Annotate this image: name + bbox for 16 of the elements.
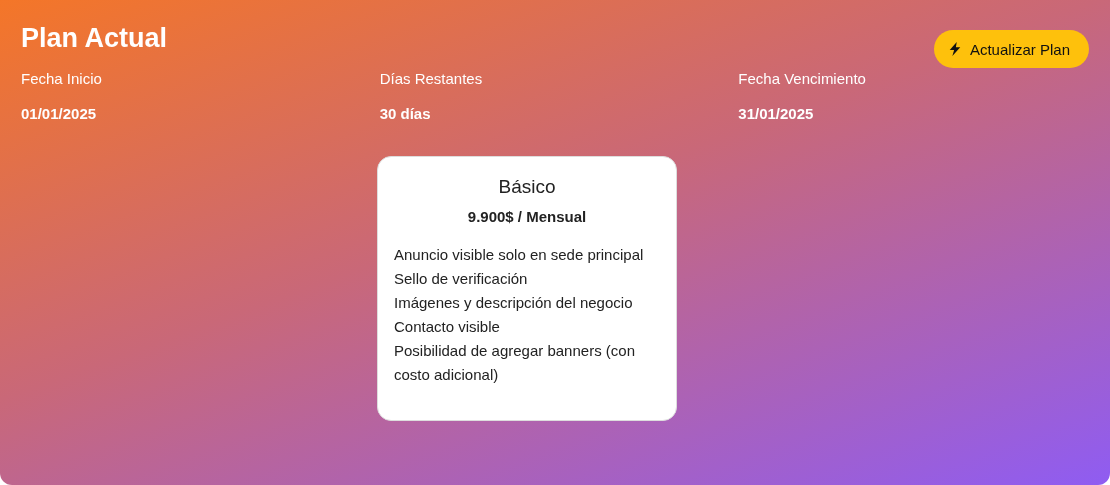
plan-name: Básico: [497, 175, 557, 199]
feature-item: Posibilidad de agregar banners (con costo adicional): [394, 341, 636, 385]
feature-item: Imágenes y descripción del negocio: [394, 293, 634, 313]
stat-label: Fecha Vencimiento: [738, 70, 866, 87]
plan-price: 9.900$ / Mensual: [466, 208, 588, 225]
stat-label: Fecha Inicio: [21, 70, 102, 87]
lightning-icon: [947, 42, 962, 56]
feature-item: Sello de verificación: [394, 269, 529, 289]
stat-label: Días Restantes: [379, 70, 483, 87]
feature-item: Anuncio visible solo en sede principal: [394, 245, 645, 265]
stat-value: 31/01/2025: [738, 105, 814, 122]
stat-value: 01/01/2025: [21, 105, 97, 122]
stat-value: 30 días: [379, 105, 431, 122]
panel-title: Plan Actual: [21, 22, 168, 54]
update-plan-button[interactable]: Actualizar Plan: [933, 30, 1089, 68]
feature-item: Contacto visible: [394, 317, 501, 337]
